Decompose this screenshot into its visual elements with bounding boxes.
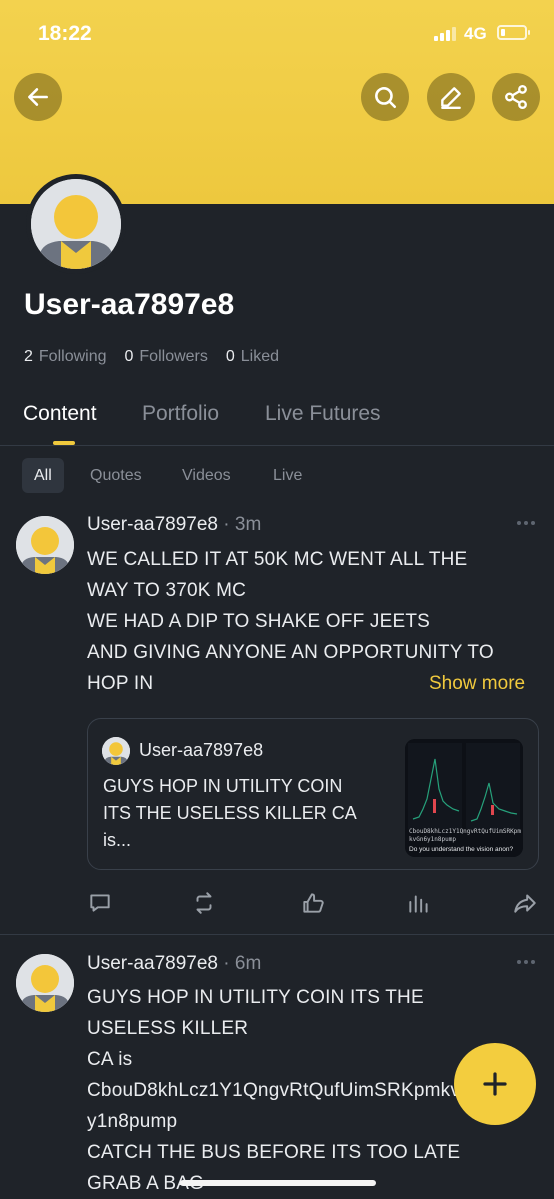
network-type: 4G xyxy=(464,24,487,43)
post-author[interactable]: User-aa7897e8 · 3m xyxy=(87,514,261,536)
status-time: 18:22 xyxy=(38,22,92,45)
post-line: WE HAD A DIP TO SHAKE OFF JEETS xyxy=(87,611,431,632)
post-line: WAY TO 370K MC xyxy=(87,580,247,601)
profile-tabs: Content Portfolio Live Futures xyxy=(0,390,554,446)
default-avatar-icon xyxy=(16,954,74,1012)
post-author[interactable]: User-aa7897e8 · 6m xyxy=(87,953,261,975)
post-divider xyxy=(0,934,554,935)
filter-all[interactable]: All xyxy=(22,458,64,493)
more-options-icon[interactable] xyxy=(517,521,535,525)
share-button[interactable] xyxy=(492,73,540,121)
more-options-icon[interactable] xyxy=(517,960,535,964)
profile-username: User-aa7897e8 xyxy=(24,288,235,321)
following-stat[interactable]: 2 Following xyxy=(24,348,107,366)
thumbnail-caption: CbouD8khLcz1Y1QngvRtQufUimSRKpmkvGn6y1n8… xyxy=(409,828,521,843)
post-line: GUYS HOP IN UTILITY COIN ITS THE xyxy=(87,987,424,1008)
thumbnail-subcaption: Do you understand the vision anon? xyxy=(409,846,514,853)
tab-live-futures[interactable]: Live Futures xyxy=(265,402,381,426)
like-icon[interactable] xyxy=(300,890,326,916)
liked-count: 0 xyxy=(225,348,235,365)
profile-stats: 2 Following 0 Followers 0 Liked xyxy=(24,348,279,366)
active-tab-indicator xyxy=(53,441,75,445)
liked-stat[interactable]: 0 Liked xyxy=(226,348,279,366)
post-time: · 3m xyxy=(223,514,262,535)
quoted-author-avatar xyxy=(102,737,130,765)
filter-quotes[interactable]: Quotes xyxy=(78,458,154,493)
quoted-line: is... xyxy=(103,830,132,850)
quoted-post-card[interactable]: User-aa7897e8 GUYS HOP IN UTILITY COIN I… xyxy=(87,718,539,870)
repost-icon[interactable] xyxy=(191,890,217,916)
home-indicator[interactable] xyxy=(180,1180,376,1186)
show-more-link[interactable]: Show more xyxy=(429,673,525,695)
pencil-icon xyxy=(441,87,461,110)
default-avatar-icon xyxy=(102,737,130,765)
post-time: · 6m xyxy=(223,953,262,974)
plus-icon xyxy=(483,1072,507,1096)
create-post-button[interactable] xyxy=(454,1043,536,1125)
followers-count: 0 xyxy=(124,348,134,365)
filter-videos[interactable]: Videos xyxy=(170,458,243,493)
filter-live[interactable]: Live xyxy=(261,458,314,493)
followers-stat[interactable]: 0 Followers xyxy=(125,348,208,366)
post-line: WE CALLED IT AT 50K MC WENT ALL THE xyxy=(87,549,468,570)
quoted-line: GUYS HOP IN UTILITY COIN xyxy=(103,776,343,796)
post-line: CATCH THE BUS BEFORE ITS TOO LATE xyxy=(87,1142,461,1163)
post-line: USELESS KILLER xyxy=(87,1018,249,1039)
following-count: 2 xyxy=(24,348,33,365)
post-actions xyxy=(0,890,554,930)
tab-portfolio[interactable]: Portfolio xyxy=(142,402,219,426)
quoted-post-text: GUYS HOP IN UTILITY COIN ITS THE USELESS… xyxy=(103,773,373,854)
following-label: Following xyxy=(38,348,107,365)
share-post-icon[interactable] xyxy=(512,890,538,916)
tab-content[interactable]: Content xyxy=(23,402,97,426)
search-icon xyxy=(375,87,397,109)
comment-icon[interactable] xyxy=(87,890,113,916)
arrow-left-icon xyxy=(28,88,48,106)
views-stats-icon[interactable] xyxy=(406,890,432,916)
default-avatar-icon xyxy=(31,179,121,269)
status-bar: 18:22 4G xyxy=(0,0,554,66)
share-icon xyxy=(505,84,527,110)
post-author-avatar[interactable] xyxy=(16,516,74,574)
post-author-name: User-aa7897e8 xyxy=(87,514,218,535)
back-button[interactable] xyxy=(14,73,62,121)
profile-avatar[interactable] xyxy=(26,174,126,274)
quoted-post-thumbnail: CbouD8khLcz1Y1QngvRtQufUimSRKpmkvGn6y1n8… xyxy=(405,739,523,857)
post-line: AND GIVING ANYONE AN OPPORTUNITY TO xyxy=(87,642,494,663)
liked-label: Liked xyxy=(240,348,280,365)
quoted-author-name: User-aa7897e8 xyxy=(139,740,264,760)
search-button[interactable] xyxy=(361,73,409,121)
post-author-avatar[interactable] xyxy=(16,954,74,1012)
default-avatar-icon xyxy=(16,516,74,574)
battery-icon xyxy=(497,25,530,40)
signal-icon xyxy=(434,26,456,41)
followers-label: Followers xyxy=(139,348,208,365)
edit-button[interactable] xyxy=(427,73,475,121)
quoted-line: ITS THE USELESS KILLER CA xyxy=(103,803,357,823)
post-author-name: User-aa7897e8 xyxy=(87,953,218,974)
